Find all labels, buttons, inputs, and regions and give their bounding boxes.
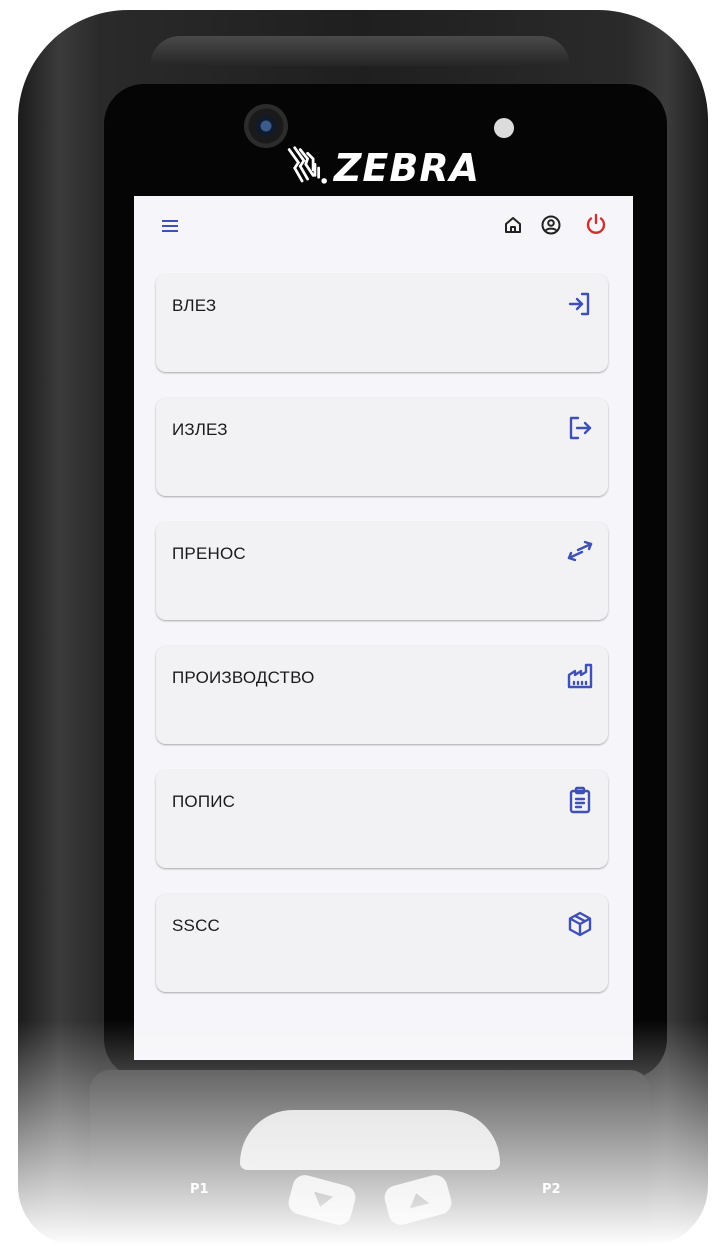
menu-card-label: ПРОИЗВОДСТВО [172, 668, 315, 687]
p2-key-label: P2 [542, 1182, 561, 1197]
scan-key [240, 1110, 500, 1170]
menu-card-izlez[interactable]: ИЗЛЕЗ [156, 398, 608, 496]
logout-icon [569, 416, 592, 440]
main-menu-list: ВЛЕЗ ИЗЛЕЗ ПРЕНОС ПРОИЗВОДСТВО ПОПИС SSC… [156, 274, 608, 1018]
proximity-sensor [494, 118, 514, 138]
menu-card-prenos[interactable]: ПРЕНОС [156, 522, 608, 620]
home-icon[interactable] [502, 214, 524, 236]
device-top-rim [150, 36, 570, 66]
login-icon [568, 292, 590, 316]
p1-key-label: P1 [190, 1182, 209, 1197]
power-icon[interactable] [584, 212, 608, 236]
device-keypad: P1 P2 [90, 1070, 650, 1246]
nav-up-key [381, 1172, 455, 1228]
zebra-logo-icon [287, 146, 327, 184]
package-box-icon [568, 911, 592, 937]
menu-card-label: ВЛЕЗ [172, 296, 217, 315]
app-screen: ВЛЕЗ ИЗЛЕЗ ПРЕНОС ПРОИЗВОДСТВО ПОПИС SSC… [134, 196, 633, 1060]
brand-name: ZEBRA [333, 146, 480, 190]
menu-card-label: ПОПИС [172, 792, 236, 811]
top-app-bar [134, 196, 633, 256]
menu-card-label: ИЗЛЕЗ [172, 420, 228, 439]
arrow-up-icon [409, 1193, 430, 1209]
account-circle-icon[interactable] [540, 214, 562, 236]
menu-card-vlez[interactable]: ВЛЕЗ [156, 274, 608, 372]
hamburger-menu-icon[interactable] [160, 216, 180, 236]
arrow-down-icon [313, 1191, 334, 1207]
nav-down-key [285, 1172, 359, 1228]
menu-card-sscc[interactable]: SSCC [156, 894, 608, 992]
menu-card-label: ПРЕНОС [172, 544, 246, 563]
menu-card-proizvodstvo[interactable]: ПРОИЗВОДСТВО [156, 646, 608, 744]
menu-card-popis[interactable]: ПОПИС [156, 770, 608, 868]
clipboard-list-icon [569, 786, 591, 814]
menu-card-label: SSCC [172, 916, 221, 935]
brand-logo: ZEBRA [280, 142, 480, 194]
factory-icon [567, 663, 593, 689]
transfer-arrows-icon [567, 540, 593, 562]
